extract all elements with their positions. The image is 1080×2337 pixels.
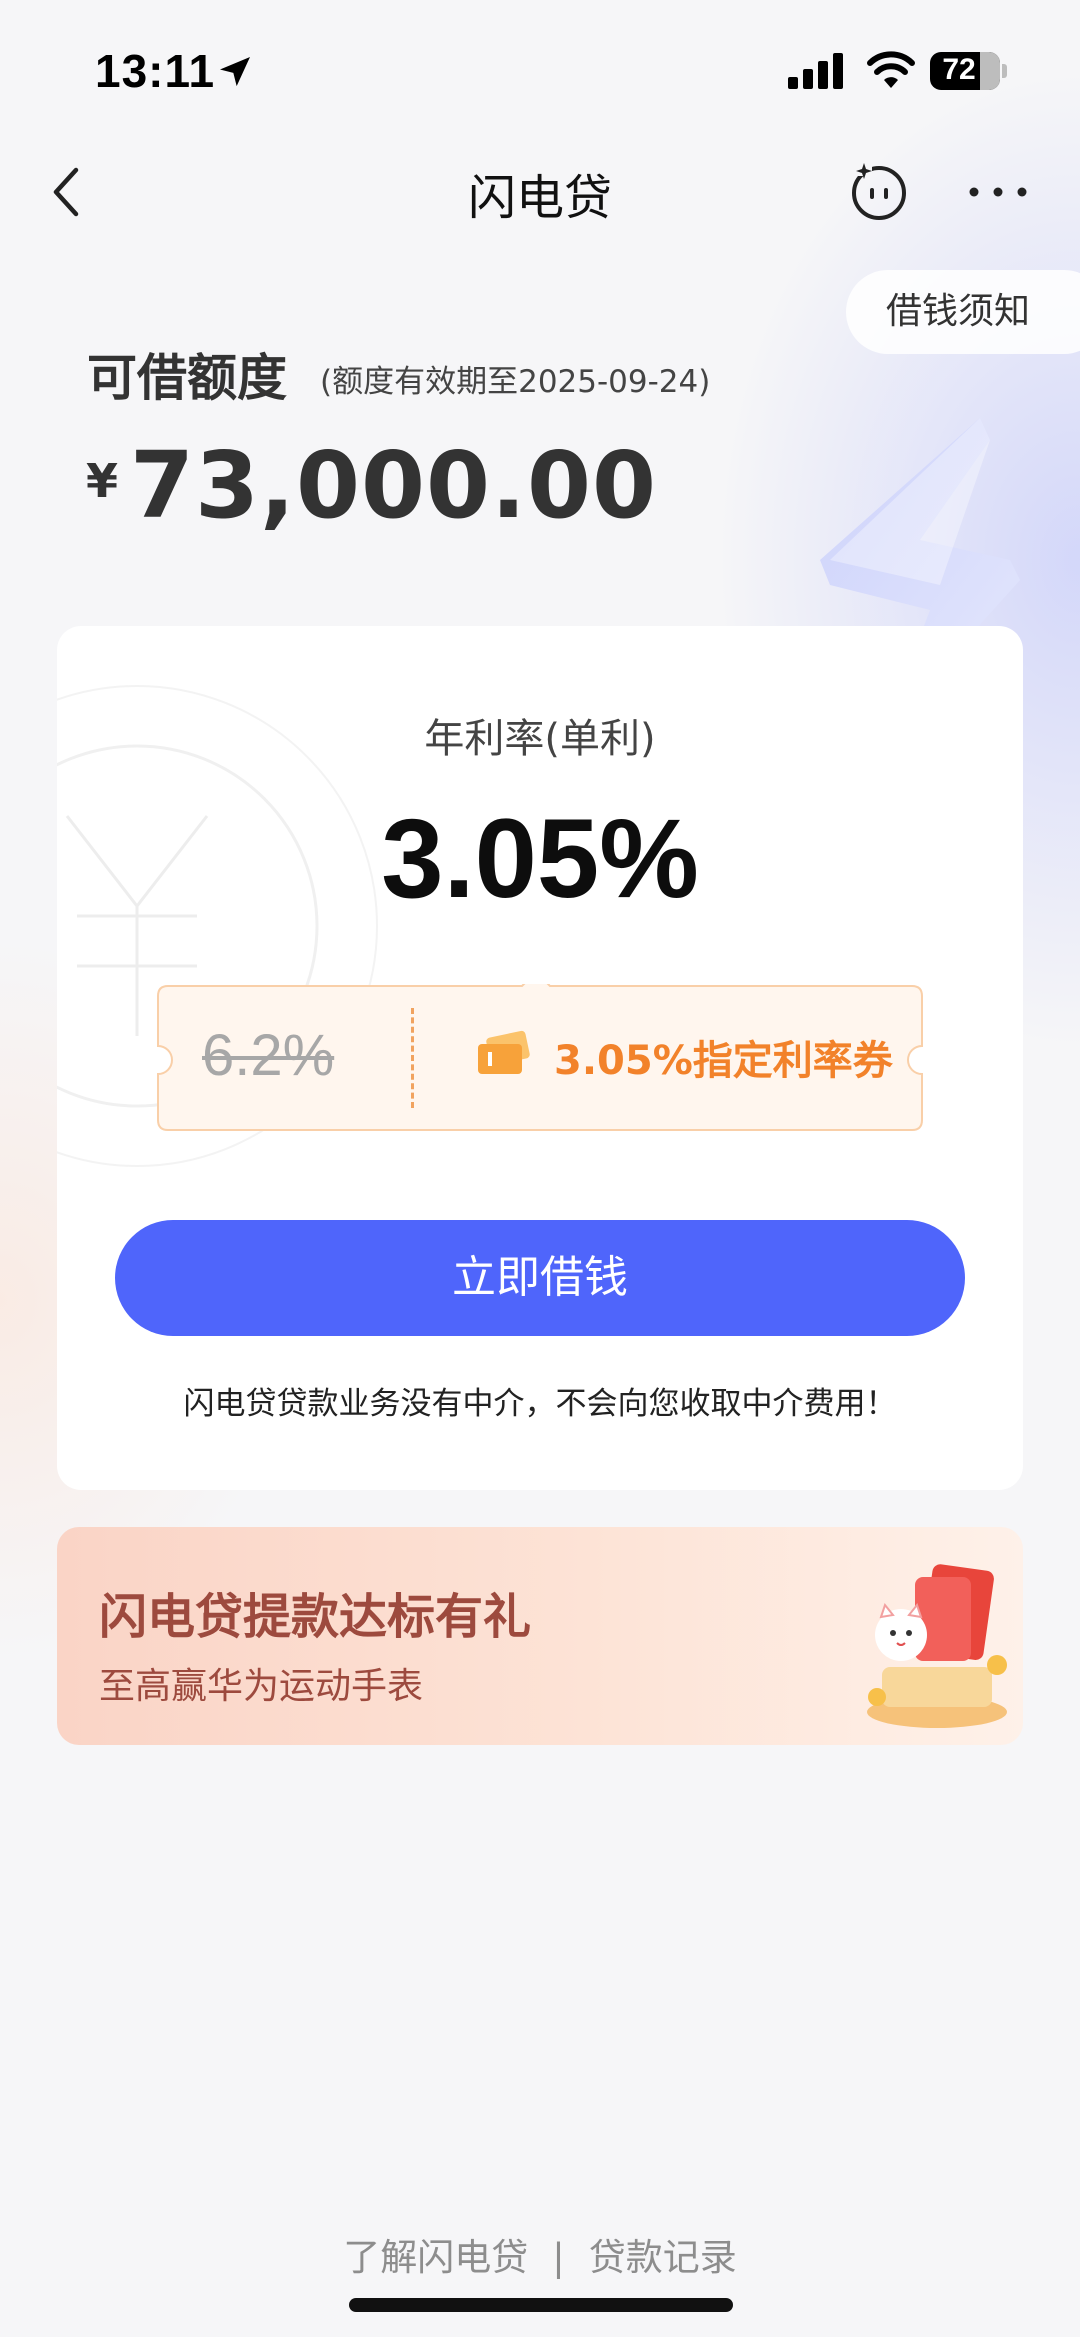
coupon-label: 3.05%指定利率券 — [554, 1038, 893, 1084]
promo-subtitle: 至高赢华为运动手表 — [99, 1666, 424, 1707]
borrow-notice-button[interactable]: 借钱须知 — [846, 270, 1080, 354]
location-arrow-icon — [220, 57, 250, 87]
wifi-icon — [867, 51, 915, 88]
coupon-divider — [411, 1008, 414, 1108]
footer-separator: | — [552, 2236, 565, 2279]
loan-records-link[interactable]: 贷款记录 — [589, 2236, 737, 2279]
ticket-icon — [478, 1030, 530, 1074]
annual-rate-value: 3.05% — [381, 796, 699, 921]
lucky-cat-gift-illustration — [867, 1564, 1007, 1728]
annual-rate-label: 年利率(单利) — [424, 716, 656, 762]
assistant-face-icon[interactable] — [848, 160, 910, 222]
status-bar: 13:11 72 — [0, 0, 1080, 140]
promo-banner[interactable]: 闪电贷提款达标有礼 至高赢华为运动手表 — [57, 1527, 1023, 1745]
credit-amount: 73,000.00 — [130, 432, 657, 539]
rate-coupon[interactable]: 6.2% 3.05%指定利率券 — [144, 984, 936, 1132]
no-agent-disclaimer: 闪电贷贷款业务没有中介，不会向您收取中介费用！ — [183, 1386, 897, 1422]
home-indicator[interactable] — [349, 2298, 733, 2312]
rate-card: 年利率(单利) 3.05% 6.2% 3.05%指定利率券 立即借钱 闪电贷贷款… — [57, 626, 1023, 1490]
borrow-now-button[interactable]: 立即借钱 — [115, 1220, 965, 1336]
footer-links: 了解闪电贷 | 贷款记录 — [0, 2227, 1080, 2281]
battery-level: 72 — [942, 53, 976, 86]
battery-icon: 72 — [930, 52, 1007, 90]
status-time: 13:11 — [95, 45, 216, 97]
credit-validity: (额度有效期至2025-09-24) — [320, 364, 711, 400]
page-title: 闪电贷 — [467, 170, 612, 226]
promo-title: 闪电贷提款达标有礼 — [99, 1589, 532, 1645]
about-link[interactable]: 了解闪电贷 — [343, 2236, 528, 2279]
more-dots-icon[interactable] — [968, 186, 1028, 198]
signal-icon — [788, 53, 843, 89]
credit-label: 可借额度 — [87, 349, 287, 407]
currency-symbol: ¥ — [86, 454, 119, 508]
original-rate: 6.2% — [202, 1023, 335, 1088]
